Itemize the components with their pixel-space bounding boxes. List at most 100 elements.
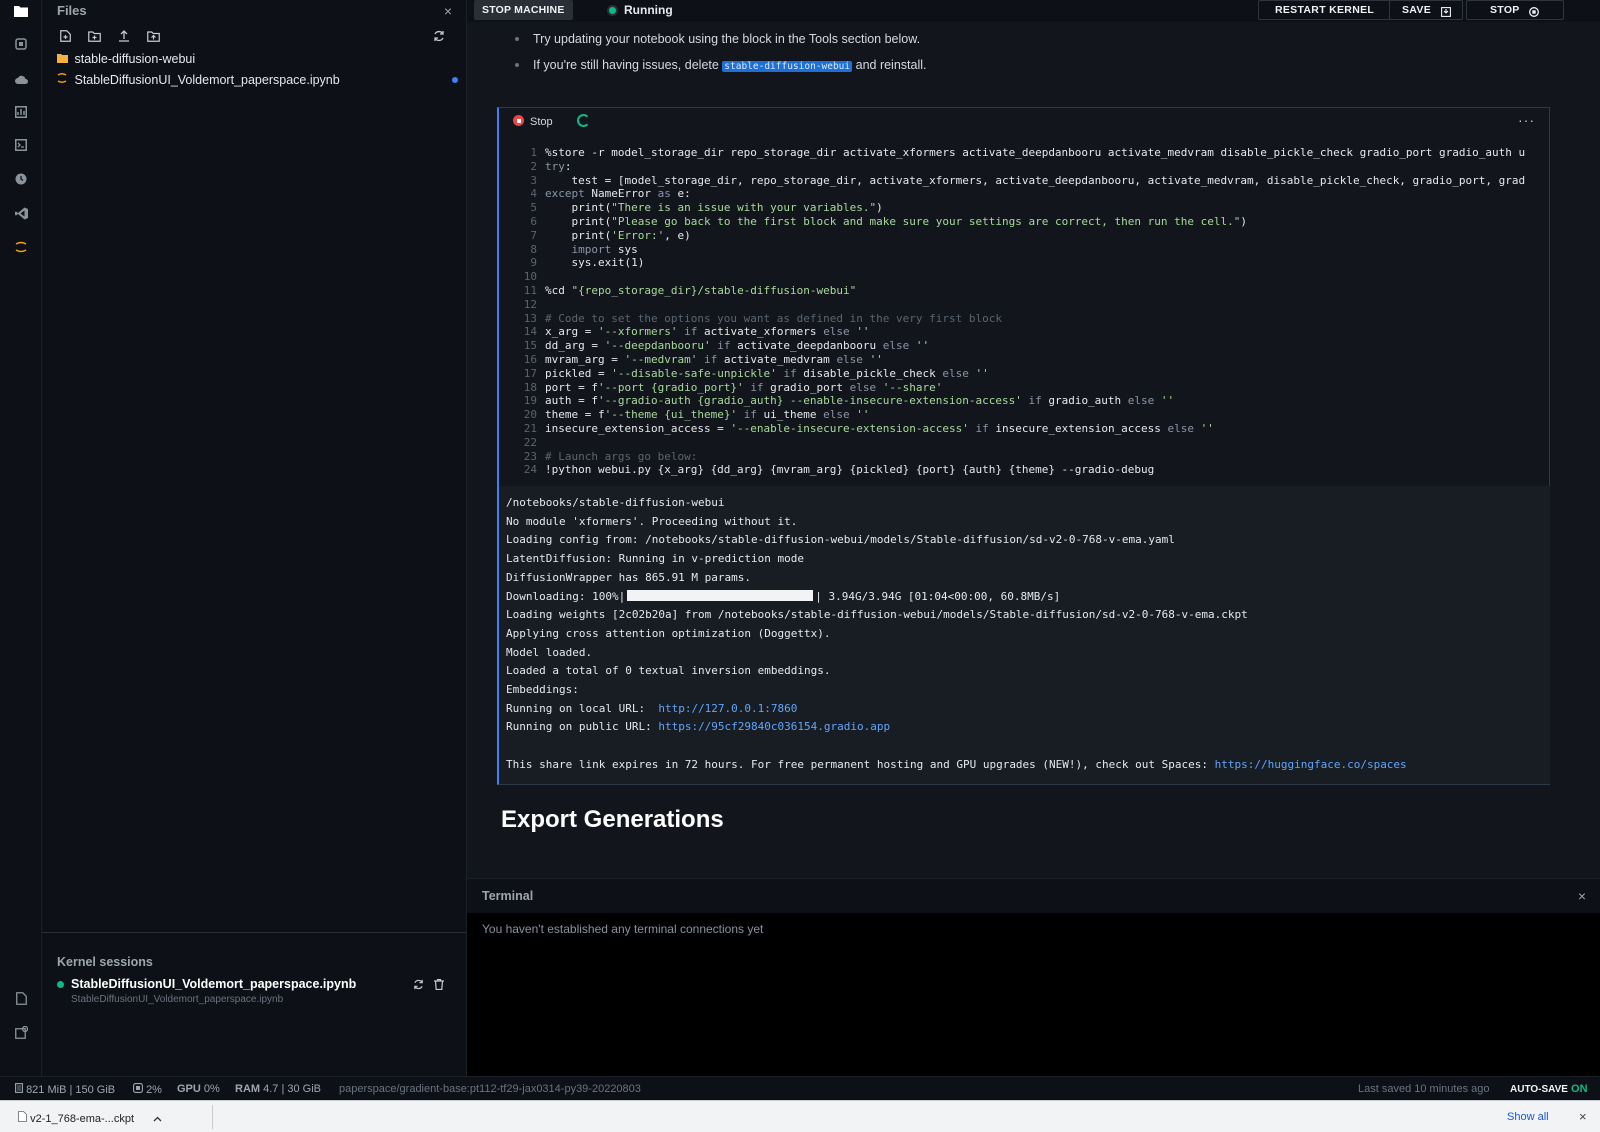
- save-button[interactable]: SAVE: [1389, 0, 1463, 20]
- file-item-folder[interactable]: stable-diffusion-webui: [57, 52, 195, 66]
- output-line: Running on public URL: https://95cf29840…: [506, 720, 890, 733]
- save-label: SAVE: [1402, 4, 1432, 16]
- cloud-icon[interactable]: [13, 72, 29, 88]
- file-icon: [18, 1111, 27, 1125]
- cpu-icon[interactable]: [13, 38, 29, 54]
- output-text: | 3.94G/3.94G [01:04<00:00, 60.8MB/s]: [815, 589, 1061, 603]
- code-line: # Launch args go below:: [545, 449, 698, 463]
- running-status-icon: [607, 5, 618, 16]
- terminal-title: Terminal: [482, 889, 534, 903]
- last-saved: Last saved 10 minutes ago: [1358, 1083, 1490, 1095]
- close-icon[interactable]: ×: [1578, 888, 1586, 904]
- code-line: %cd "{repo_storage_dir}/stable-diffusion…: [545, 284, 857, 297]
- list-item: Try updating your notebook using the blo…: [515, 30, 927, 56]
- close-icon[interactable]: ×: [444, 3, 452, 19]
- files-toolbar: [57, 30, 452, 48]
- files-panel: Files × stable-diffusion-webui StableDif…: [42, 0, 467, 1076]
- code-line: port = f'--port {gradio_port}' if gradio…: [545, 380, 943, 394]
- trash-icon[interactable]: [434, 978, 444, 993]
- divider: [212, 1105, 213, 1129]
- downloads-bar: v2-1_768-ema-...ckpt Show all ×: [0, 1100, 1600, 1132]
- code-line: auth = f'--gradio-auth {gradio_auth} --e…: [545, 394, 1175, 408]
- line-number: 2: [530, 159, 537, 173]
- line-number: 18: [523, 380, 537, 394]
- terminal-icon[interactable]: [13, 139, 29, 155]
- public-url-link[interactable]: https://95cf29840c036154.gradio.app: [658, 720, 890, 733]
- stop-button[interactable]: STOP: [1466, 0, 1564, 20]
- stop-machine-button[interactable]: STOP MACHINE: [474, 0, 573, 20]
- line-number: 7: [530, 228, 537, 242]
- output-line: This share link expires in 72 hours. For…: [506, 758, 1407, 771]
- line-number: 12: [523, 297, 537, 311]
- code-line: pickled = '--disable-safe-unpickle' if d…: [545, 366, 989, 380]
- spaces-link[interactable]: https://huggingface.co/spaces: [1215, 758, 1407, 771]
- terminal-panel: Terminal × You haven't established any t…: [467, 878, 1600, 1076]
- local-url-link[interactable]: http://127.0.0.1:7860: [658, 702, 797, 715]
- code-line: !python webui.py {x_arg} {dd_arg} {mvram…: [545, 463, 1155, 477]
- line-number: 10: [523, 270, 537, 284]
- list-item-text: Try updating your notebook using the blo…: [533, 32, 921, 46]
- line-number: 4: [530, 187, 537, 201]
- line-number: 16: [523, 353, 537, 366]
- folder-upload-icon[interactable]: [145, 30, 161, 46]
- output-text: This share link expires in 72 hours. For…: [506, 757, 1215, 771]
- settings-icon[interactable]: [13, 1025, 29, 1042]
- code-editor[interactable]: 1 %store -r model_storage_dir repo_storag…: [499, 146, 1550, 487]
- vscode-icon[interactable]: [13, 207, 29, 223]
- notebook-info-icon[interactable]: [13, 992, 29, 1008]
- file-item-label: StableDiffusionUI_Voldemort_paperspace.i…: [74, 73, 340, 87]
- stop-cell-button[interactable]: Stop: [513, 115, 553, 128]
- output-line: /notebooks/stable-diffusion-webui: [506, 496, 725, 509]
- output-line: Running on local URL: http://127.0.0.1:7…: [506, 702, 797, 715]
- restart-kernel-button[interactable]: RESTART KERNEL: [1258, 0, 1392, 20]
- code-cell[interactable]: Stop ··· 1 %store -r model_storage_dir re…: [497, 107, 1550, 785]
- jupyter-icon[interactable]: [13, 240, 29, 256]
- history-icon[interactable]: [13, 173, 29, 189]
- save-icon: [1441, 5, 1451, 23]
- status-bar: 821 MiB | 150 GiB 2% GPU 0% RAM 4.7 | 30…: [0, 1076, 1600, 1100]
- upload-icon[interactable]: [116, 30, 132, 46]
- code-line: theme = f'--theme {ui_theme}' if ui_them…: [545, 408, 870, 422]
- line-number: 6: [530, 215, 537, 228]
- gpu-value: 0%: [203, 1083, 220, 1095]
- folder-icon[interactable]: [13, 5, 29, 21]
- autosave-label: AUTO-SAVE: [1510, 1084, 1568, 1095]
- code-line: except NameError as e:: [545, 187, 691, 201]
- code-line: try:: [545, 159, 572, 173]
- download-item[interactable]: v2-1_768-ema-...ckpt: [18, 1111, 162, 1125]
- chevron-up-icon[interactable]: [153, 1113, 162, 1125]
- output-line: Applying cross attention optimization (D…: [506, 626, 831, 640]
- stop-circle-icon: [1529, 5, 1539, 23]
- notebook-app: Files × stable-diffusion-webui StableDif…: [0, 0, 1600, 1132]
- machine-status: Running: [624, 3, 673, 17]
- kernel-status-dot: [57, 981, 64, 988]
- files-title: Files: [57, 3, 87, 18]
- chart-icon[interactable]: [13, 106, 29, 122]
- kernel-session-name[interactable]: StableDiffusionUI_Voldemort_paperspace.i…: [71, 977, 356, 991]
- more-options-icon[interactable]: ···: [1518, 112, 1535, 128]
- new-folder-icon[interactable]: [86, 30, 102, 46]
- code-line: print('Error:', e): [545, 228, 691, 242]
- cpu-value: 2%: [146, 1084, 162, 1096]
- file-item-notebook[interactable]: StableDiffusionUI_Voldemort_paperspace.i…: [57, 72, 340, 87]
- list-item-text: If you're still having issues, delete: [533, 58, 723, 72]
- output-line: DiffusionWrapper has 865.91 M params.: [506, 570, 752, 584]
- line-number: 14: [523, 325, 537, 339]
- list-item: If you're still having issues, delete st…: [515, 56, 927, 82]
- gpu-status: GPU 0%: [177, 1083, 220, 1095]
- refresh-icon[interactable]: [431, 30, 447, 46]
- code-line: x_arg = '--xformers' if activate_xformer…: [545, 325, 870, 339]
- output-line: No module 'xformers'. Proceeding without…: [506, 514, 798, 528]
- line-number: 9: [530, 256, 537, 270]
- output-line: LatentDiffusion: Running in v-prediction…: [506, 552, 805, 566]
- output-line: Model loaded.: [506, 645, 593, 659]
- restart-session-icon[interactable]: [413, 979, 424, 993]
- show-all-link[interactable]: Show all: [1507, 1111, 1549, 1123]
- icon-rail: [0, 0, 42, 1076]
- close-icon[interactable]: ×: [1579, 1109, 1587, 1124]
- code-line: print("There is an issue with your varia…: [545, 201, 883, 215]
- code-line: print("Please go back to the first block…: [545, 215, 1248, 228]
- new-file-icon[interactable]: [57, 30, 73, 46]
- autosave-toggle[interactable]: AUTO-SAVE ON: [1510, 1083, 1588, 1095]
- output-text: Running on local URL:: [506, 701, 659, 715]
